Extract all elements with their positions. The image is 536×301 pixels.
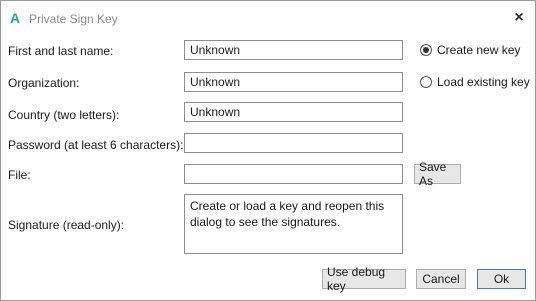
organization-field[interactable]: Unknown [184,72,403,92]
password-label: Password (at least 6 characters): [8,138,184,152]
radio-create-new-key[interactable]: Create new key [420,42,520,58]
save-as-button[interactable]: Save As [414,160,461,188]
radio-load-existing-key[interactable]: Load existing key [420,74,530,90]
country-label: Country (two letters): [8,108,120,122]
radio-checked-indicator [420,44,432,56]
radio-load-existing-key-label: Load existing key [437,75,530,89]
use-debug-key-button[interactable]: Use debug key [322,265,406,293]
app-logo-icon: A [10,10,21,26]
password-field[interactable] [184,133,403,153]
name-field[interactable]: Unknown [184,40,403,60]
sign-key-dialog: A Private Sign Key × First and last name… [0,0,536,301]
name-label: First and last name: [8,44,114,58]
dialog-title: Private Sign Key [29,12,118,26]
radio-unchecked-indicator [420,76,432,88]
signature-textarea[interactable]: Create or load a key and reopen this dia… [184,194,403,254]
country-field[interactable]: Unknown [184,102,403,122]
file-label: File: [8,168,31,182]
ok-button[interactable]: Ok [477,269,526,289]
radio-create-new-key-label: Create new key [437,43,521,57]
title-bar: A Private Sign Key × [1,1,535,33]
signature-label: Signature (read-only): [8,218,125,232]
organization-label: Organization: [8,76,80,90]
cancel-button[interactable]: Cancel [416,269,466,289]
close-icon[interactable]: × [509,8,529,28]
file-field[interactable] [184,164,403,184]
